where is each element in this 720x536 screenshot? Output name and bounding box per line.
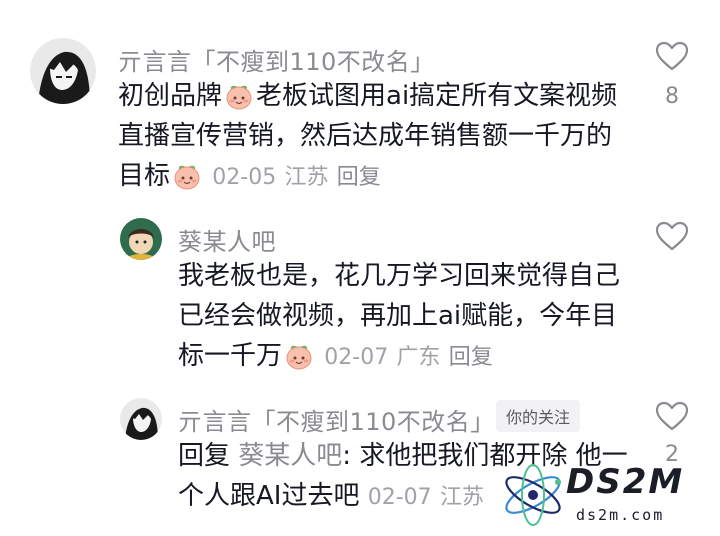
peach-emoji-icon (174, 165, 200, 190)
like-count: 8 (665, 84, 679, 109)
comment-text-line: 直播宣传营销，然后达成年销售额一千万的 (118, 121, 613, 151)
comment-username[interactable]: 亓言言「不瘦到110不改名」 (118, 42, 435, 77)
heart-outline-icon[interactable] (654, 40, 690, 72)
reply-button[interactable]: 回复 (449, 345, 493, 370)
comment-text-segment: 初创品牌 (118, 81, 223, 111)
heart-outline-icon[interactable] (654, 400, 690, 432)
comment-text-segment: 目标 (118, 161, 171, 191)
peach-emoji-icon (286, 345, 312, 370)
watermark-logo-text: DS2M (566, 462, 685, 502)
comment-text: 我老板也是，花几万学习回来觉得自己 已经会做视频，再加上ai赋能，今年目 标一千… (178, 256, 620, 378)
avatar[interactable] (30, 38, 96, 104)
avatar-image (30, 38, 96, 104)
comment-text-line: 我老板也是，花几万学习回来觉得自己 (178, 261, 621, 291)
comment-username[interactable]: 亓言言「不瘦到110不改名」 (178, 402, 495, 437)
mention-link[interactable]: 葵某人吧 (238, 441, 342, 471)
heart-outline-icon[interactable] (654, 220, 690, 252)
comment-username[interactable]: 葵某人吧 (178, 222, 276, 257)
comment-date: 02-05 (212, 165, 277, 190)
reply-prefix: 回复 (178, 441, 231, 471)
comment-date: 02-07 (367, 485, 432, 510)
reply-button[interactable]: 回复 (337, 165, 381, 190)
comment-text-segment: 标一千万 (178, 341, 283, 371)
watermark: DS2M ds2m.com (498, 458, 716, 532)
comment-location: 江苏 (439, 485, 484, 510)
comment-text-segment: 个人跟AI过去吧 (178, 481, 360, 511)
comment-text-segment: 老板试图用ai搞定所有文案视频 (256, 81, 618, 111)
avatar-image (120, 218, 162, 260)
avatar-image (120, 398, 162, 440)
atom-logo-icon (505, 464, 561, 526)
comment-location: 广东 (396, 345, 441, 370)
comment-text: 初创品牌 老板试图用ai搞定所有文案视频 直播宣传营销，然后达成年销售额一千万的 … (118, 76, 617, 198)
following-badge: 你的关注 (496, 400, 581, 432)
peach-emoji-icon (226, 85, 252, 110)
comment-text-line: 已经会做视频，再加上ai赋能，今年目 (178, 301, 618, 331)
avatar[interactable] (120, 218, 162, 260)
watermark-url: ds2m.com (576, 506, 665, 524)
comment-date: 02-07 (324, 345, 389, 370)
avatar[interactable] (120, 398, 162, 440)
comment-location: 江苏 (284, 165, 329, 190)
